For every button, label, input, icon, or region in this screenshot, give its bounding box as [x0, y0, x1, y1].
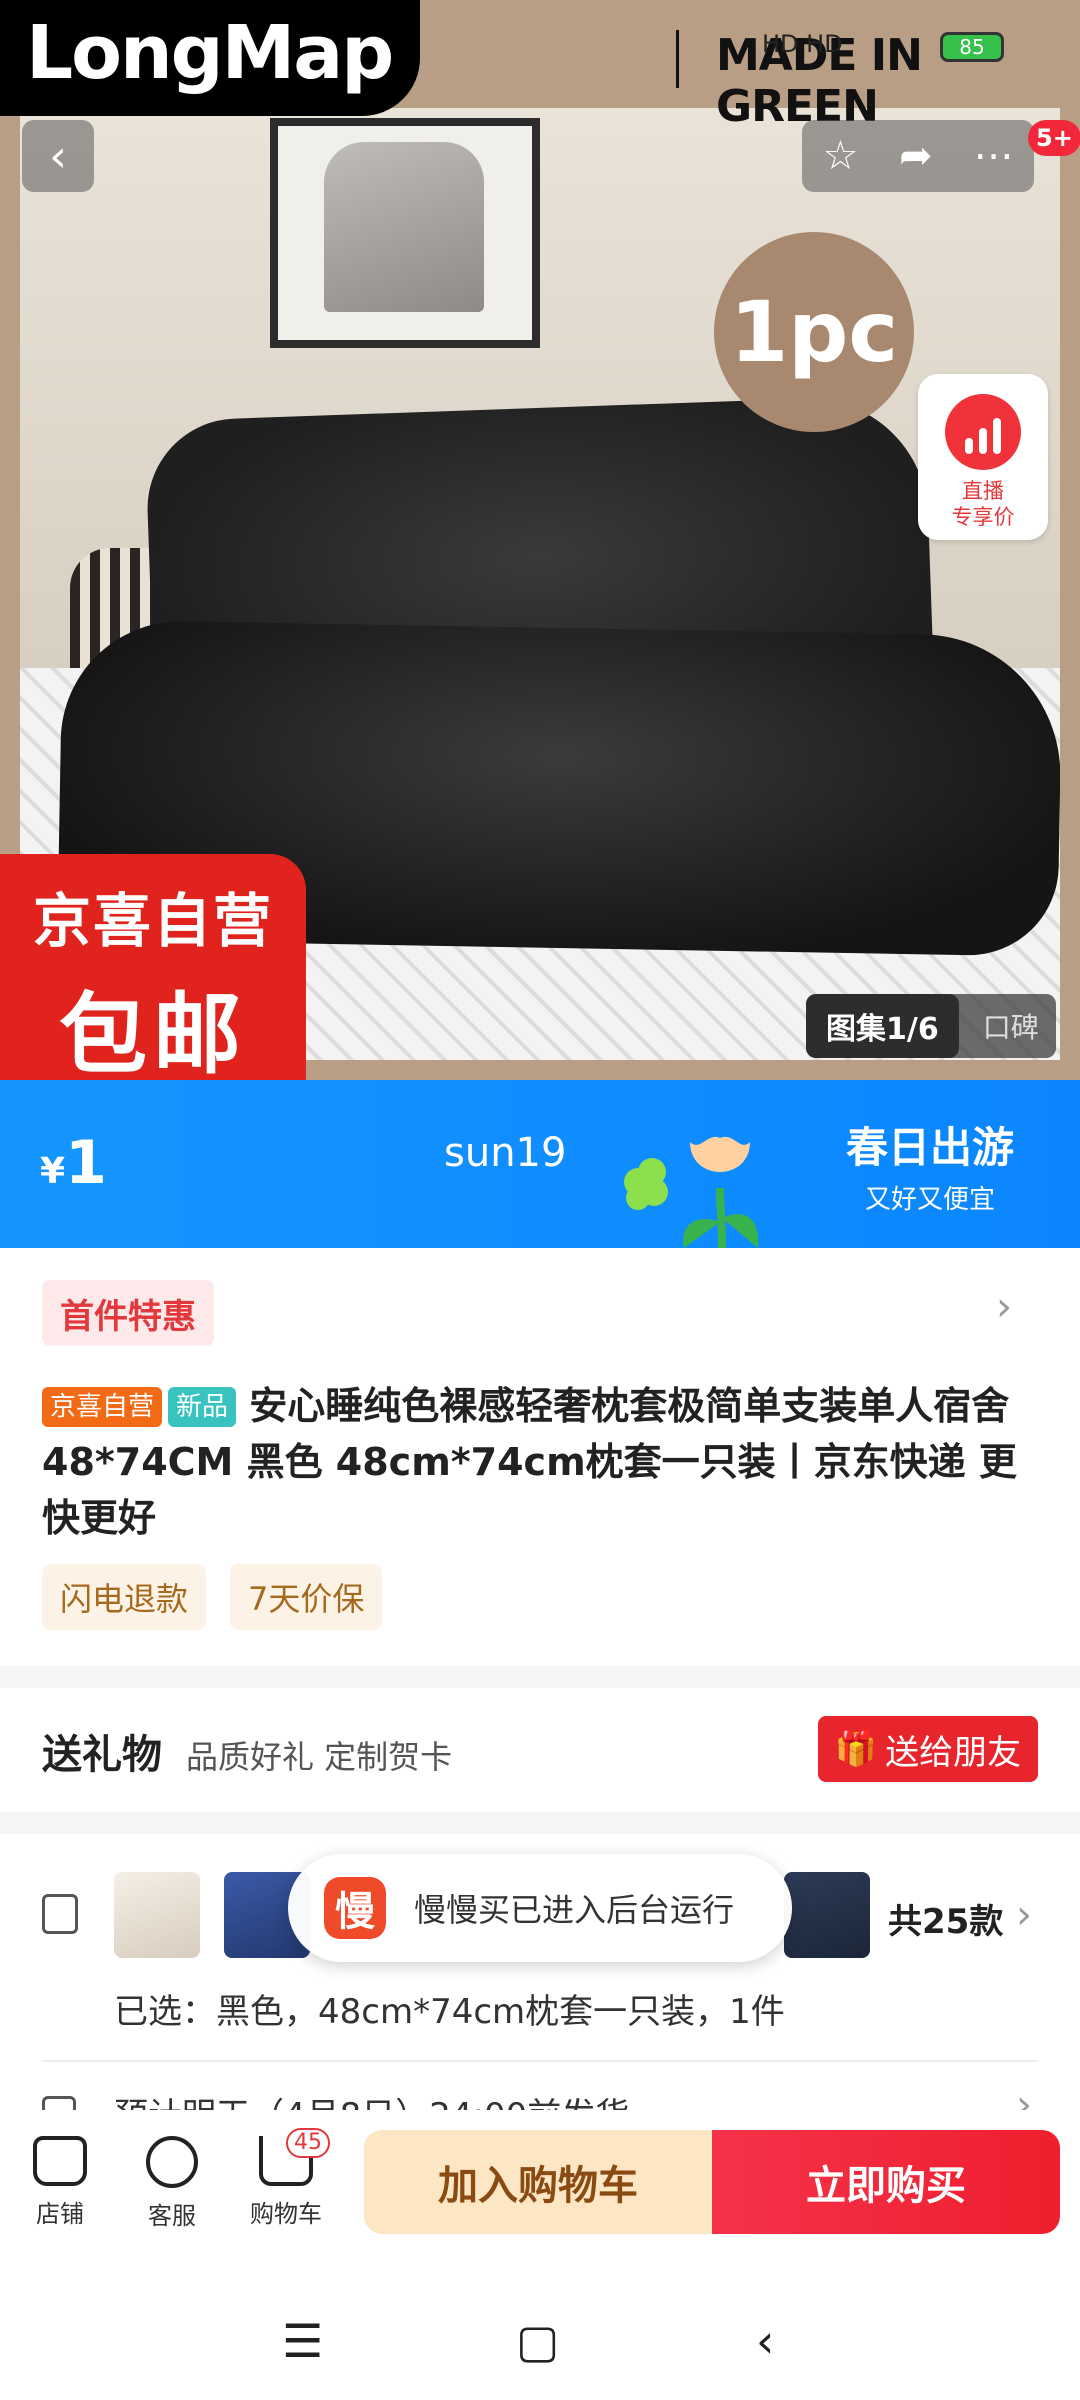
live-price-card[interactable]: 直播 专享价 [918, 374, 1048, 540]
tab-customer-service[interactable]: 客服 [122, 2136, 222, 2231]
status-bar: LongMap MADE IN GREEN HD HD 85 [0, 0, 1080, 132]
spring-event: 春日出游 又好又便宜 [845, 1123, 1014, 1215]
live-icon [945, 394, 1021, 470]
system-nav-bar: ☰ ▢ ‹ [0, 2260, 1080, 2400]
selected-spec: 已选：黑色，48cm*74cm枕套一只装，1件 [114, 1992, 785, 2032]
promo-username: sun19 [444, 1130, 567, 1176]
quantity-badge: 1pc [714, 232, 914, 432]
service-badge-refund[interactable]: 闪电退款 [42, 1564, 207, 1630]
section-divider [0, 1812, 1080, 1834]
share-icon[interactable]: ➦ [899, 133, 933, 179]
notification-badge: 5+ [1028, 120, 1080, 156]
background-toast: 慢 慢慢买已进入后台运行 [288, 1854, 792, 1962]
home-icon[interactable]: ▢ [516, 2314, 559, 2368]
chevron-right-icon[interactable]: › [1016, 1892, 1032, 1938]
tab-gallery[interactable]: 图集1/6 [806, 994, 959, 1058]
variant-thumb[interactable] [784, 1872, 870, 1958]
add-to-cart-button[interactable]: 加入购物车 [364, 2130, 712, 2234]
promo-banner[interactable]: ¥1 sun19 春日出游 又好又便宜 [0, 1080, 1080, 1248]
chevron-left-icon: ‹ [49, 130, 67, 182]
header-actions: ☆ ➦ ⋯ [802, 120, 1034, 192]
gift-icon: 🎁 [834, 1729, 878, 1769]
divider [42, 2060, 1038, 2062]
app-icon: 慢 [324, 1877, 386, 1939]
tab-reviews[interactable]: 口碑 [959, 1006, 1039, 1046]
product-info: 首件特惠 › 京喜自营 新品 安心睡纯色裸感轻奢枕套极简单支装单人宿舍48*74C… [0, 1248, 1080, 1666]
star-icon[interactable]: ☆ [822, 133, 858, 179]
gift-title: 送礼物 [42, 1732, 162, 1778]
variant-count: 共25款 [888, 1902, 1004, 1942]
battery-icon: 85 [940, 32, 1004, 62]
product-title: 京喜自营 新品 安心睡纯色裸感轻奢枕套极简单支装单人宿舍48*74CM 黑色 48… [42, 1378, 1042, 1546]
jingxi-free-shipping-badge: 京喜自营 包邮 [0, 854, 306, 1080]
tab-shop[interactable]: 店铺 [10, 2136, 110, 2229]
toast-message: 慢慢买已进入后台运行 [414, 1891, 735, 1929]
signal-icons: HD HD [762, 30, 843, 58]
section-divider [0, 1666, 1080, 1688]
price: ¥1 [40, 1128, 107, 1198]
more-icon[interactable]: ⋯ [974, 133, 1014, 179]
first-item-discount-tag[interactable]: 首件特惠 [42, 1280, 214, 1346]
menu-icon[interactable]: ☰ [282, 2314, 323, 2368]
back-button[interactable]: ‹ [22, 120, 94, 192]
gift-subtitle: 品质好礼 定制贺卡 [186, 1738, 453, 1776]
photo-frame [270, 118, 540, 348]
variant-thumb[interactable] [114, 1872, 200, 1958]
new-tag: 新品 [168, 1387, 237, 1427]
chevron-right-icon[interactable]: › [996, 1284, 1012, 1330]
store-tag: 京喜自营 [42, 1387, 163, 1427]
longmap-logo: LongMap [0, 0, 420, 116]
tulip-icon [624, 1136, 759, 1248]
tab-cart[interactable]: 购物车 45 [236, 2128, 336, 2229]
live-label: 直播 专享价 [951, 479, 1015, 529]
variant-thumbnails [114, 1872, 310, 1958]
chat-icon [146, 2136, 198, 2188]
cart-count-badge: 45 [286, 2128, 330, 2158]
product-hero[interactable]: 1pc LongMap MADE IN GREEN HD HD 85 ‹ ☆ ➦… [0, 0, 1080, 1080]
service-badge-price-protect[interactable]: 7天价保 [230, 1564, 383, 1630]
gallery-switch[interactable]: 图集1/6 口碑 [806, 994, 1056, 1058]
send-gift-button[interactable]: 🎁 送给朋友 [818, 1716, 1038, 1782]
gift-section: 送礼物 品质好礼 定制贺卡 🎁 送给朋友 [0, 1688, 1080, 1812]
buy-now-button[interactable]: 立即购买 [712, 2130, 1060, 2234]
bottom-action-bar: 店铺 客服 购物车 45 加入购物车 立即购买 [0, 2110, 1080, 2260]
shop-icon [33, 2136, 87, 2186]
spec-check-icon [42, 1894, 78, 1934]
back-icon[interactable]: ‹ [756, 2314, 774, 2368]
